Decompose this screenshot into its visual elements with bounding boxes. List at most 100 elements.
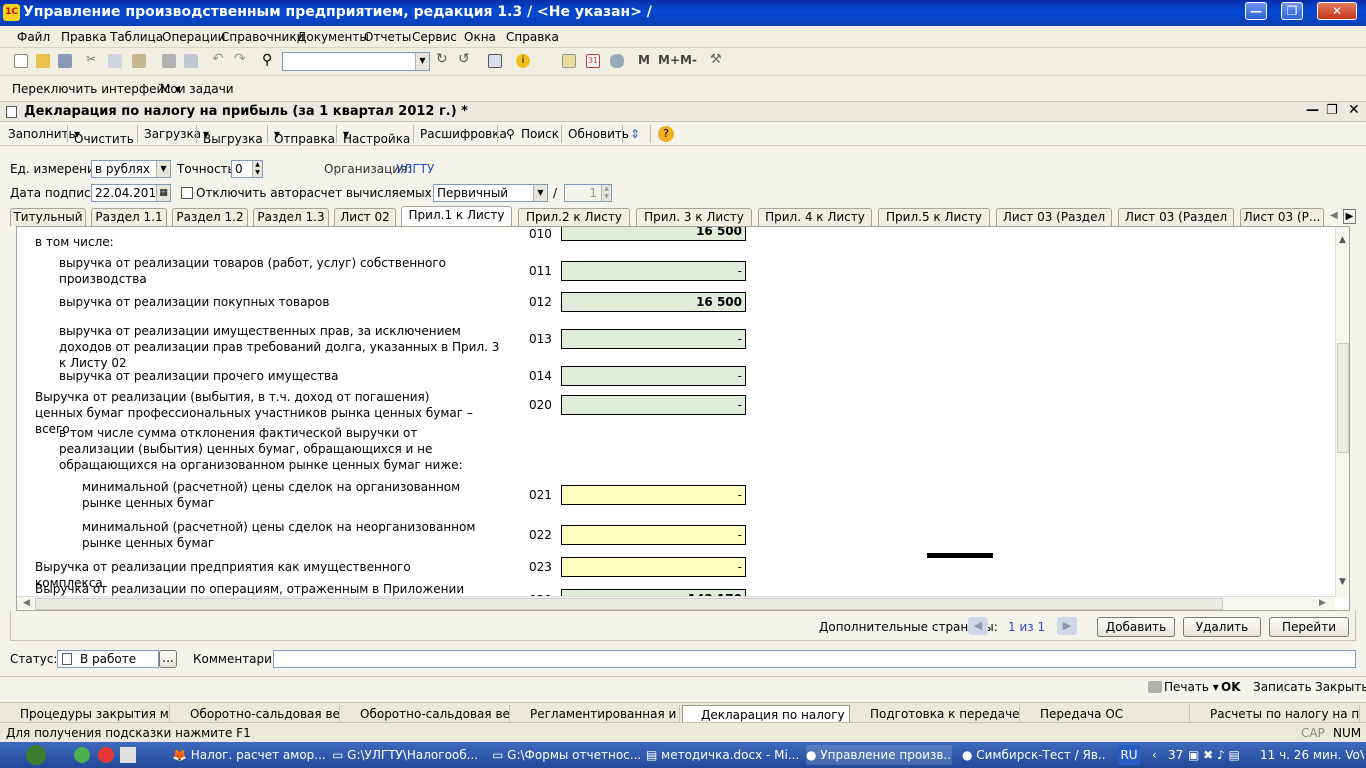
menu-file[interactable]: Файл [17, 30, 50, 44]
calculator-icon[interactable] [562, 54, 576, 68]
preview-icon[interactable] [184, 54, 198, 68]
save-disk-icon[interactable] [58, 54, 72, 68]
taskbar-item-folder-forms[interactable]: ▭ G:\Формы отчетнос... [492, 745, 644, 765]
goto-page-button[interactable]: Перейти [1269, 617, 1349, 637]
add-page-button[interactable]: Добавить [1097, 617, 1175, 637]
menu-operations[interactable]: Операции [162, 30, 225, 44]
tabs-scroll-left-icon[interactable]: ◀ [1330, 210, 1338, 221]
tab-app5-sheet02[interactable]: Прил.5 к Листу 02 [878, 208, 990, 241]
decode-button[interactable]: Расшифровка [420, 127, 507, 141]
report-type-select[interactable]: Первичный ▼ [433, 184, 548, 202]
chevron-down-icon[interactable]: ▼ [156, 161, 170, 177]
search-icon[interactable]: ⚲ [262, 52, 276, 68]
prev-page-icon[interactable]: ◀ [968, 617, 988, 635]
taskbar-item-1c[interactable]: ● Управление произв... [806, 745, 952, 765]
correction-number-field[interactable]: 1 ▲ ▼ [564, 184, 612, 202]
close-button[interactable]: ✕ [1317, 2, 1357, 20]
refresh-button[interactable]: Обновить [568, 127, 629, 141]
scroll-up-icon[interactable]: ▲ [1339, 235, 1346, 245]
find-next-icon[interactable]: ↻ [436, 51, 450, 67]
declaration-sheet[interactable]: 16 500 010 в том числе: выручка от реали… [16, 226, 1350, 611]
doc-minimize-icon[interactable]: — [1306, 103, 1319, 118]
copy-icon[interactable] [108, 54, 122, 68]
open-folder-icon[interactable] [36, 54, 50, 68]
status-field[interactable]: В работе [57, 650, 159, 668]
next-page-icon[interactable]: ▶ [1057, 617, 1077, 635]
tools-icon[interactable]: ⚒ [710, 52, 724, 67]
print-icon[interactable] [1148, 681, 1162, 693]
memory-plus-icon[interactable]: M+ [658, 53, 680, 67]
sign-date-field[interactable]: 22.04.2013 ▦ [91, 184, 171, 202]
taskbar-item-word[interactable]: ▤ методичка.docx - Mi... [646, 745, 804, 765]
help-icon[interactable]: ? [658, 126, 674, 142]
cell-014[interactable]: - [561, 366, 746, 386]
tab-app1-sheet02[interactable]: Прил.1 к Листу 02 [401, 206, 512, 239]
my-tasks-button[interactable]: Мои задачи [160, 82, 234, 96]
switch-interface-button[interactable]: Переключить интерфейс ▾ [12, 82, 181, 96]
horizontal-scrollbar[interactable]: ◀ ▶ [17, 596, 1335, 610]
print-icon[interactable] [162, 54, 176, 68]
window-tab-turnover-1[interactable]: Оборотно-сальдовая ведо... [172, 705, 340, 723]
windows-icon[interactable] [488, 54, 502, 68]
menu-windows[interactable]: Окна [464, 30, 496, 44]
scroll-down-icon[interactable]: ▼ [1339, 577, 1346, 587]
close-doc-button[interactable]: Закрыть [1315, 680, 1366, 694]
language-indicator[interactable]: RU [1118, 745, 1140, 765]
memory-m-icon[interactable]: M [638, 53, 652, 67]
maximize-button[interactable]: ❐ [1281, 2, 1303, 20]
cell-021[interactable]: - [561, 485, 746, 505]
doc-close-icon[interactable]: ✕ [1348, 102, 1360, 118]
find-button[interactable]: Поиск [521, 127, 559, 141]
save-button[interactable]: Записать [1253, 680, 1312, 694]
tabs-scroll-right-icon[interactable]: ▶ [1343, 209, 1356, 224]
send-button[interactable]: Отправка ▾ [274, 127, 335, 146]
autocalc-checkbox[interactable] [181, 187, 193, 199]
unit-select[interactable]: в рублях ▼ [91, 160, 171, 178]
tab-app2-sheet02[interactable]: Прил.2 к Листу 02 [518, 208, 630, 241]
doc-restore-icon[interactable]: ❐ [1326, 103, 1338, 118]
cell-013[interactable]: - [561, 329, 746, 349]
tab-sheet03-a[interactable]: Лист 03 (Раздел А) [996, 208, 1112, 241]
chrome-icon[interactable] [98, 747, 114, 763]
window-tab-prep-transfer[interactable]: Подготовка к передаче ОС [852, 705, 1020, 723]
info-icon[interactable]: i [516, 54, 530, 68]
tab-title[interactable]: Титульный [10, 208, 86, 226]
print-button[interactable]: Печать ▾ [1164, 680, 1219, 694]
tab-section-1-1[interactable]: Раздел 1.1 [91, 208, 167, 226]
menu-reports[interactable]: Отчеты [364, 30, 411, 44]
tray-expand-icon[interactable]: ‹ [1152, 745, 1157, 765]
window-title-bar[interactable]: 1С Управление производственным предприят… [0, 0, 1366, 26]
settings-button[interactable]: Настройка ▾ [343, 127, 410, 146]
cell-023[interactable]: - [561, 557, 746, 577]
window-tab-turnover-2[interactable]: Оборотно-сальдовая ведо... [342, 705, 510, 723]
menu-table[interactable]: Таблица [110, 30, 163, 44]
memory-minus-icon[interactable]: M- [680, 53, 700, 67]
window-tab-regulated[interactable]: Регламентированная и фи... [512, 705, 680, 723]
utorrent-icon[interactable] [74, 747, 90, 763]
vertical-scroll-thumb[interactable] [1337, 343, 1349, 453]
stepper-arrows-icon[interactable]: ▲ ▼ [601, 185, 611, 201]
cut-icon[interactable]: ✂ [86, 52, 100, 66]
ok-button[interactable]: OK [1221, 680, 1241, 694]
menu-help[interactable]: Справка [506, 30, 559, 44]
minimize-button[interactable]: — [1245, 2, 1267, 20]
menu-service[interactable]: Сервис [412, 30, 457, 44]
paste-icon[interactable] [132, 54, 146, 68]
clear-button[interactable]: Очистить ▾ [74, 127, 134, 146]
window-tab-closing-procedures[interactable]: Процедуры закрытия меся... [2, 705, 170, 723]
expand-icon[interactable]: ⇕ [630, 127, 640, 141]
window-tab-transfer[interactable]: Передача ОС [1022, 705, 1190, 723]
users-icon[interactable] [610, 54, 624, 68]
cell-020[interactable]: - [561, 395, 746, 415]
cell-010[interactable]: 16 500 [561, 227, 746, 241]
calendar-icon[interactable]: ▦ [156, 185, 170, 201]
stepper-arrows-icon[interactable]: ▲ ▼ [252, 161, 262, 177]
calendar-icon[interactable]: 31 [586, 54, 600, 68]
menu-edit[interactable]: Правка [61, 30, 107, 44]
cell-011[interactable]: - [561, 261, 746, 281]
tab-sheet03-more[interactable]: Лист 03 (Р... [1240, 208, 1324, 226]
status-browse-button[interactable]: ... [159, 650, 177, 668]
organization-link[interactable]: УЛГТУ [396, 162, 434, 176]
load-button[interactable]: Загрузка [144, 127, 201, 141]
window-tab-declaration[interactable]: Декларация по налогу на ... [682, 705, 850, 723]
